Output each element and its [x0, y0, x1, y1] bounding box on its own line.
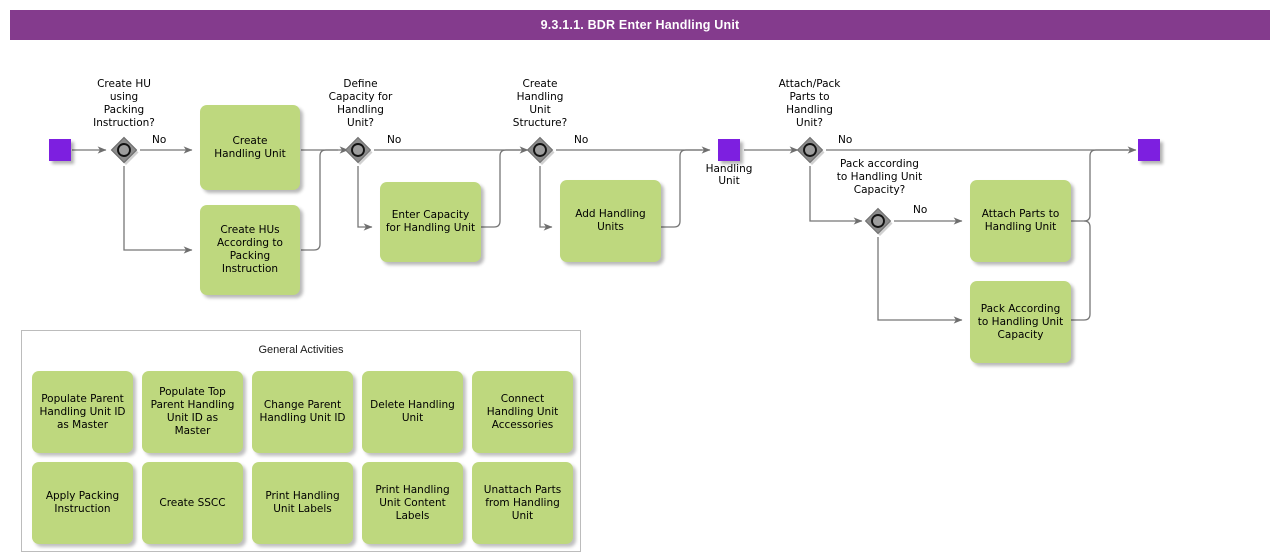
task-add-handling-units[interactable]: Add Handling Units — [560, 180, 661, 262]
gateway-label-define-capacity-for-handling-unit: Define Capacity for Handling Unit? — [328, 78, 393, 129]
intermediate-event-label-handling-unit: Handling Unit — [705, 163, 753, 187]
general-activity-delete-handling-unit[interactable]: Delete Handling Unit — [362, 371, 463, 453]
flow-label-gateway2-no: No — [387, 134, 402, 146]
general-activity-print-handling-unit-content-labels[interactable]: Print Handling Unit Content Labels — [362, 462, 463, 544]
task-create-handling-unit[interactable]: Create Handling Unit — [200, 105, 300, 190]
gateway-create-hu-using-packing-instruction[interactable] — [109, 135, 139, 165]
gateway-define-capacity-for-handling-unit[interactable] — [343, 135, 373, 165]
general-activity-populate-top-parent-handling-unit-id-as-master[interactable]: Populate Top Parent Handling Unit ID as … — [142, 371, 243, 453]
flow-label-gateway4-no: No — [838, 134, 853, 146]
gateway-label-create-handling-unit-structure: Create Handling Unit Structure? — [512, 78, 568, 129]
flow-label-gateway3-no: No — [574, 134, 589, 146]
end-event[interactable] — [1138, 139, 1160, 161]
general-activities-title: General Activities — [258, 344, 344, 356]
general-activity-populate-parent-handling-unit-id-as-master[interactable]: Populate Parent Handling Unit ID as Mast… — [32, 371, 133, 453]
intermediate-event-handling-unit[interactable] — [718, 139, 740, 161]
general-activity-print-handling-unit-labels[interactable]: Print Handling Unit Labels — [252, 462, 353, 544]
general-activity-create-sscc[interactable]: Create SSCC — [142, 462, 243, 544]
task-create-hus-according-to-packing-instruction[interactable]: Create HUs According to Packing Instruct… — [200, 205, 300, 295]
task-attach-parts-to-handling-unit[interactable]: Attach Parts to Handling Unit — [970, 180, 1071, 262]
flow-label-gateway1-no: No — [152, 134, 167, 146]
gateway-pack-according-to-handling-unit-capacity[interactable] — [863, 206, 893, 236]
flow-label-gateway5-no: No — [913, 204, 928, 216]
general-activities-panel: General Activities Populate Parent Handl… — [21, 330, 581, 552]
gateway-label-pack-according-to-handling-unit-capacity: Pack according to Handling Unit Capacity… — [836, 158, 923, 196]
general-activity-unattach-parts-from-handling-unit[interactable]: Unattach Parts from Handling Unit — [472, 462, 573, 544]
general-activity-apply-packing-instruction[interactable]: Apply Packing Instruction — [32, 462, 133, 544]
gateway-label-create-hu-using-packing-instruction: Create HU using Packing Instruction? — [93, 78, 155, 129]
gateway-create-handling-unit-structure[interactable] — [525, 135, 555, 165]
general-activity-change-parent-handling-unit-id[interactable]: Change Parent Handling Unit ID — [252, 371, 353, 453]
general-activity-connect-handling-unit-accessories[interactable]: Connect Handling Unit Accessories — [472, 371, 573, 453]
task-enter-capacity-for-handling-unit[interactable]: Enter Capacity for Handling Unit — [380, 182, 481, 262]
gateway-label-attach-pack-parts-to-handling-unit: Attach/Pack Parts to Handling Unit? — [778, 78, 841, 129]
start-event[interactable] — [49, 139, 71, 161]
task-pack-according-to-handling-unit-capacity[interactable]: Pack According to Handling Unit Capacity — [970, 281, 1071, 363]
